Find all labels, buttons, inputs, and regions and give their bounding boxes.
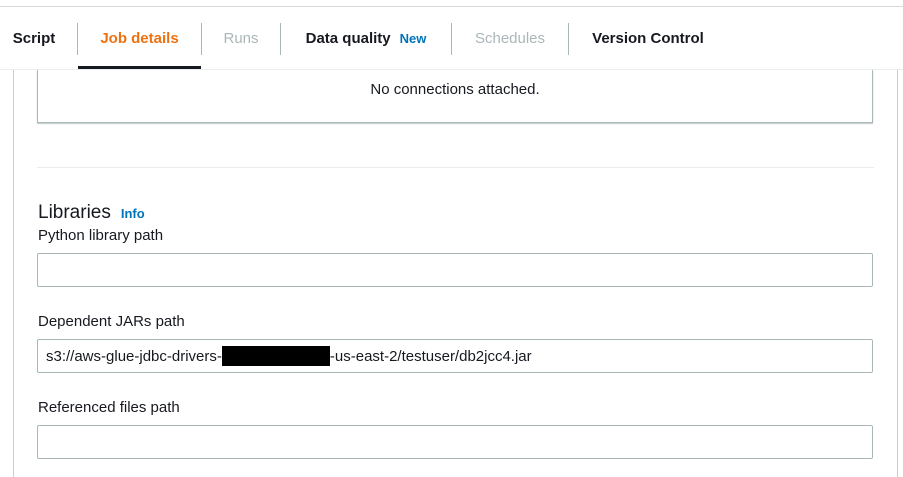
referenced-files-path-label: Referenced files path [38, 399, 180, 416]
tab-schedules[interactable]: Schedules [452, 7, 568, 69]
panel-edge-right [897, 70, 898, 477]
tab-script-label: Script [12, 29, 56, 47]
new-badge: New [399, 30, 427, 46]
tab-job-details[interactable]: Job details [78, 7, 201, 69]
tab-runs[interactable]: Runs [202, 7, 280, 69]
tab-job-details-label: Job details [100, 29, 179, 47]
no-connections-text: No connections attached. [370, 81, 540, 98]
tab-data-quality[interactable]: Data quality New [281, 7, 451, 69]
tab-version-control-label: Version Control [592, 29, 704, 47]
tab-version-control[interactable]: Version Control [569, 7, 727, 69]
panel-edge-left [13, 70, 14, 477]
dependent-jars-path-input[interactable] [37, 339, 873, 373]
referenced-files-path-input[interactable] [37, 425, 873, 459]
libraries-title: Libraries [38, 202, 111, 223]
section-divider [37, 167, 874, 168]
python-library-path-input[interactable] [37, 253, 873, 287]
job-tabs: Script Job details Runs Data quality New… [0, 7, 903, 69]
tab-runs-label: Runs [223, 29, 259, 47]
dependent-jars-path-label: Dependent JARs path [38, 313, 185, 330]
tab-data-quality-label: Data quality [305, 29, 391, 47]
glue-job-editor: Script Job details Runs Data quality New… [0, 0, 903, 477]
dependent-jars-path-field[interactable]: s3://aws-glue-jdbc-drivers- -us-east-2/te… [37, 339, 873, 373]
connections-list: No connections attached. [37, 70, 873, 123]
tab-script[interactable]: Script [0, 7, 68, 69]
python-library-path-label: Python library path [38, 227, 164, 244]
libraries-info-link[interactable]: Info [121, 206, 145, 221]
libraries-header: Libraries Info [38, 202, 145, 224]
tab-schedules-label: Schedules [474, 29, 546, 47]
